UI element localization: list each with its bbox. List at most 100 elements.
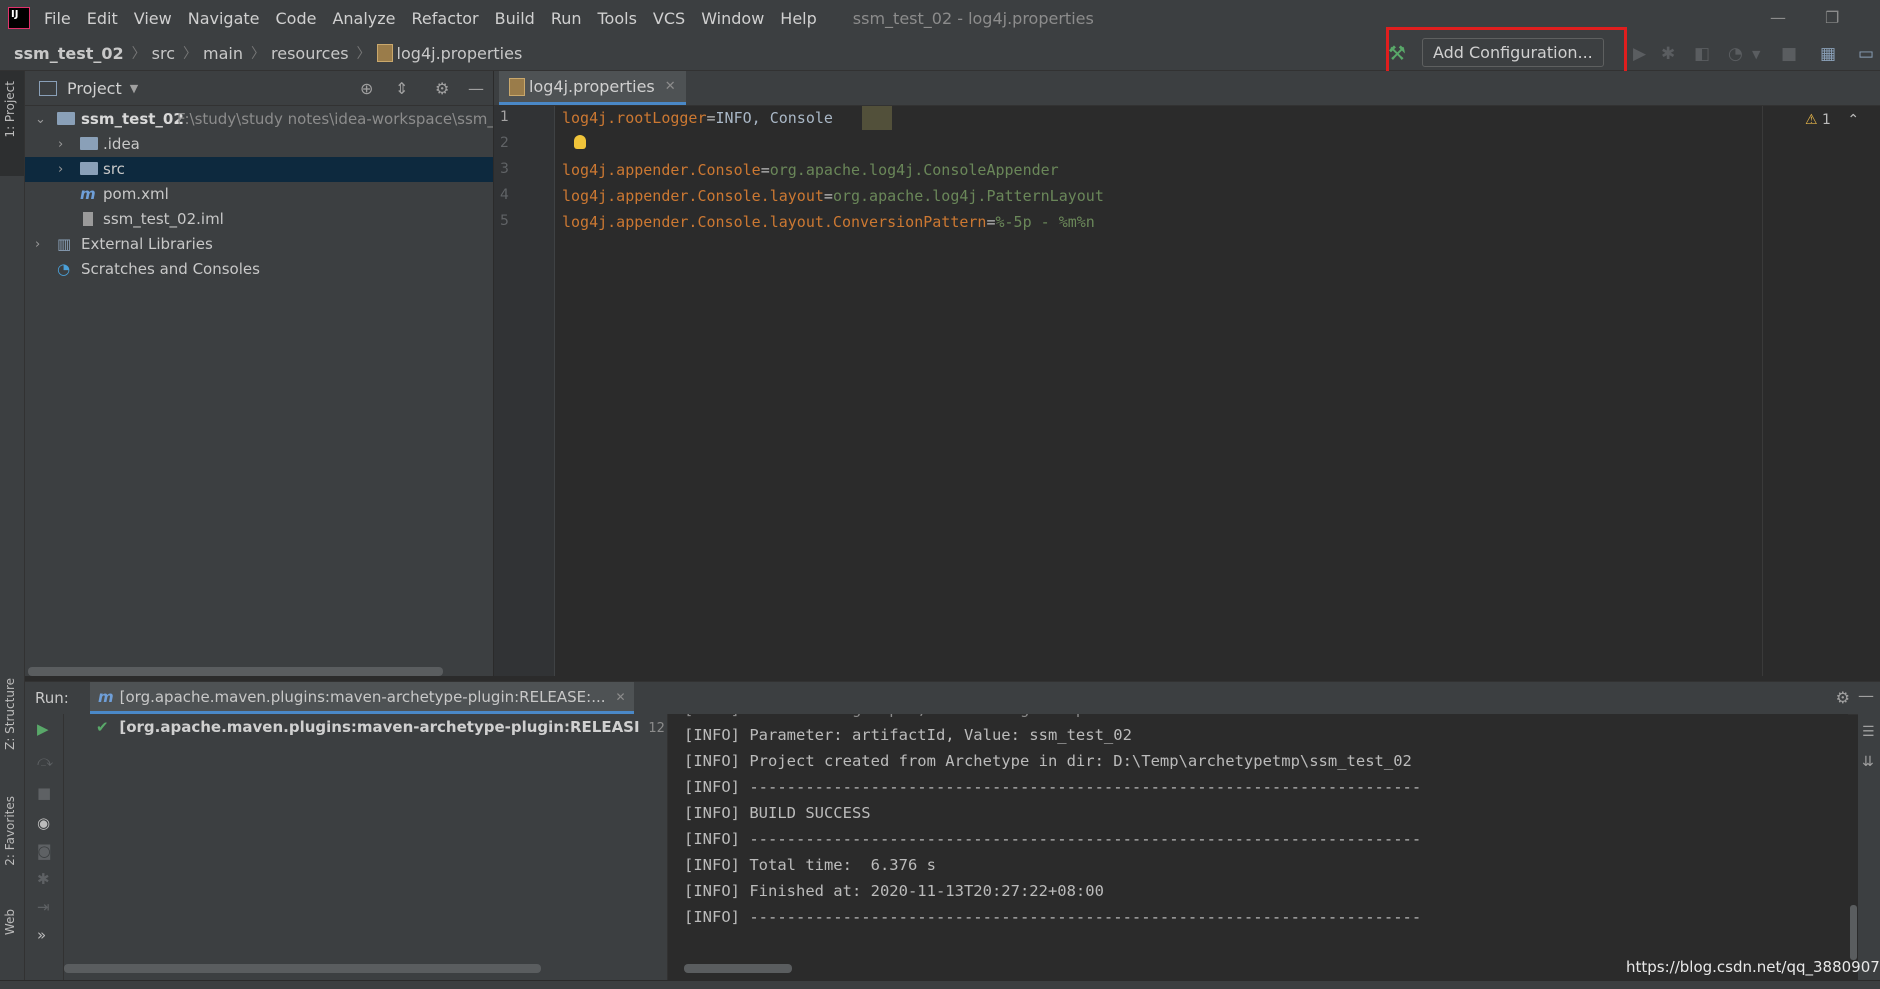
eye-icon[interactable]: ◉	[37, 814, 50, 832]
restore-window-icon[interactable]: ❐	[1825, 8, 1839, 27]
menu-navigate[interactable]: Navigate	[188, 9, 260, 28]
tree-item-iml[interactable]: ssm_test_02.iml	[25, 207, 493, 232]
camera-icon[interactable]: ◙	[37, 842, 52, 860]
breadcrumb-main[interactable]: main	[197, 44, 243, 63]
gear-icon[interactable]: ⚙	[435, 79, 449, 98]
tree-item-idea[interactable]: › .idea	[25, 132, 493, 157]
tool-tab-web[interactable]: Web	[3, 909, 17, 935]
menu-run[interactable]: Run	[551, 9, 582, 28]
toggle-view-icon[interactable]: ⤼	[37, 752, 53, 770]
menu-file[interactable]: File	[44, 9, 71, 28]
console-line: [INFO] Total time: 6.376 s	[684, 856, 936, 874]
tool-tab-structure[interactable]: Z: Structure	[3, 678, 17, 750]
chevron-down-icon[interactable]: ▼	[130, 82, 138, 95]
tree-item-external-libraries[interactable]: › ▥ External Libraries	[25, 232, 493, 257]
tree-item-pom[interactable]: m pom.xml	[25, 182, 493, 207]
code-line-4[interactable]: log4j.appender.Console.layout=org.apache…	[562, 187, 1104, 205]
console-line: [INFO] ---------------------------------…	[684, 830, 1422, 848]
tree-item-label: ssm_test_02.iml	[103, 210, 224, 228]
menu-window[interactable]: Window	[701, 9, 764, 28]
debug-icon[interactable]: ✱	[1661, 44, 1675, 64]
chevron-right-icon[interactable]: ›	[35, 232, 40, 257]
equals-sign: =	[760, 161, 770, 179]
run-tree: ✔ [org.apache.maven.plugins:maven-archet…	[64, 714, 728, 988]
chevron-down-icon[interactable]: ▼	[1752, 48, 1760, 61]
run-icon[interactable]: ▶	[1633, 44, 1646, 64]
warning-count: 1	[1822, 112, 1831, 128]
debug-icon[interactable]: ✱	[37, 870, 50, 888]
properties-file-icon	[376, 43, 393, 62]
run-panel-label: Run:	[35, 689, 69, 707]
tool-tab-project[interactable]: 1: Project	[3, 81, 17, 138]
inspection-widget[interactable]: ⚠ 1 ⌃	[1805, 112, 1859, 128]
tree-item-project-root[interactable]: ⌄ ssm_test_02 F:\study\study notes\idea-…	[25, 107, 493, 132]
line-number: 5	[500, 213, 509, 229]
terminal-icon[interactable]: ▭	[1858, 44, 1874, 64]
tree-item-src[interactable]: › src	[25, 157, 493, 182]
hide-panel-icon[interactable]: —	[1858, 686, 1874, 705]
hide-panel-icon[interactable]: —	[468, 79, 484, 98]
code-line-5[interactable]: log4j.appender.Console.layout.Conversion…	[562, 213, 1095, 231]
console-vertical-scrollbar[interactable]	[1850, 905, 1857, 960]
run-tab-maven[interactable]: m [org.apache.maven.plugins:maven-archet…	[90, 682, 634, 714]
breadcrumb-project[interactable]: ssm_test_02	[0, 44, 124, 63]
console-side-toolbar: ☰ ⇊	[1858, 714, 1880, 988]
locate-file-icon[interactable]: ⊕	[360, 79, 373, 98]
menu-analyze[interactable]: Analyze	[332, 9, 395, 28]
menu-vcs[interactable]: VCS	[653, 9, 685, 28]
rerun-icon[interactable]: ▶	[37, 720, 49, 738]
exit-icon[interactable]: ⇥	[37, 898, 50, 916]
editor-tab-bar: log4j.properties ✕	[494, 71, 1880, 106]
project-structure-icon[interactable]: ▦	[1820, 44, 1836, 64]
menu-help[interactable]: Help	[780, 9, 816, 28]
stop-icon[interactable]: ■	[1781, 44, 1797, 64]
menu-view[interactable]: View	[134, 9, 172, 28]
editor-tab-log4j[interactable]: log4j.properties ✕	[499, 71, 686, 105]
menu-refactor[interactable]: Refactor	[412, 9, 479, 28]
code-line-1[interactable]: log4j.rootLogger=INFO, Console	[562, 109, 833, 127]
scroll-to-end-icon[interactable]: ⇊	[1862, 754, 1874, 770]
run-side-toolbar: ▶ ⤼ ■ ◉ ◙ ✱ ⇥ »	[25, 714, 64, 988]
run-tree-item[interactable]: ✔ [org.apache.maven.plugins:maven-archet…	[96, 718, 728, 736]
code-line-3[interactable]: log4j.appender.Console=org.apache.log4j.…	[562, 161, 1059, 179]
tree-item-label: External Libraries	[81, 235, 213, 253]
close-icon[interactable]: ✕	[616, 690, 626, 704]
window-title: ssm_test_02 - log4j.properties	[852, 8, 1094, 28]
breadcrumb-file[interactable]: log4j.properties	[371, 43, 522, 63]
more-icon[interactable]: »	[37, 926, 46, 944]
property-value: org.apache.log4j.PatternLayout	[832, 187, 1104, 205]
menu-code[interactable]: Code	[276, 9, 317, 28]
chevron-up-icon[interactable]: ⌃	[1847, 112, 1859, 128]
stop-icon[interactable]: ■	[37, 784, 51, 802]
property-value: org.apache.log4j.ConsoleAppender	[769, 161, 1059, 179]
console-horizontal-scrollbar[interactable]	[684, 964, 792, 973]
minimize-window-icon[interactable]: —	[1770, 8, 1786, 27]
tool-tab-favorites[interactable]: 2: Favorites	[3, 796, 17, 866]
coverage-icon[interactable]: ◧	[1694, 44, 1710, 64]
menu-edit[interactable]: Edit	[87, 9, 118, 28]
maven-icon: m	[80, 185, 96, 203]
soft-wrap-icon[interactable]: ☰	[1862, 724, 1875, 740]
lightbulb-icon[interactable]	[574, 135, 586, 149]
tree-item-scratches[interactable]: ◔ Scratches and Consoles	[25, 257, 493, 282]
collapse-all-icon[interactable]: ⇕	[395, 79, 408, 98]
gear-icon[interactable]: ⚙	[1836, 688, 1850, 707]
module-folder-icon	[57, 112, 75, 125]
menu-tools[interactable]: Tools	[598, 9, 637, 28]
folder-icon	[80, 137, 98, 150]
profiler-icon[interactable]: ◔	[1728, 44, 1743, 64]
project-tree-scrollbar[interactable]	[28, 667, 443, 676]
close-icon[interactable]: ✕	[665, 79, 676, 94]
property-value: %-5p - %m%n	[995, 213, 1095, 231]
chevron-right-icon[interactable]: ›	[58, 132, 63, 157]
breadcrumb-src[interactable]: src	[146, 44, 175, 63]
chevron-down-icon[interactable]: ⌄	[35, 107, 46, 132]
run-tree-scrollbar[interactable]	[64, 964, 541, 973]
breadcrumb-resources[interactable]: resources	[265, 44, 349, 63]
console-output[interactable]: [INFO] Parameter: groupId, Value: org.ex…	[668, 714, 1848, 988]
code-editor[interactable]: log4j.rootLogger=INFO, Console log4j.app…	[562, 106, 1762, 676]
project-panel-title[interactable]: Project	[67, 79, 122, 98]
equals-sign: =	[823, 187, 833, 205]
chevron-right-icon[interactable]: ›	[58, 157, 63, 182]
menu-build[interactable]: Build	[495, 9, 535, 28]
